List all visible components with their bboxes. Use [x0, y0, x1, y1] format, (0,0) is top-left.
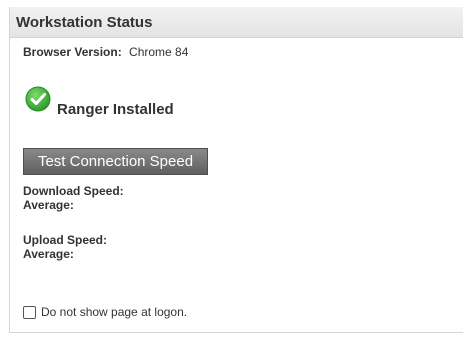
- panel-title: Workstation Status: [10, 7, 463, 38]
- do-not-show-label: Do not show page at logon.: [41, 305, 188, 319]
- browser-version-label: Browser Version:: [23, 45, 122, 59]
- do-not-show-checkbox[interactable]: [23, 305, 36, 319]
- logon-option[interactable]: Do not show page at logon.: [23, 305, 187, 319]
- ranger-status: Ranger Installed: [25, 86, 225, 126]
- upload-speed-label: Upload Speed:: [23, 233, 108, 247]
- download-speed-label: Download Speed:: [23, 184, 124, 198]
- browser-version-row: Browser Version: Chrome 84: [23, 45, 188, 59]
- download-speed-block: Download Speed: Average:: [23, 184, 124, 212]
- ranger-installed-label: Ranger Installed: [57, 101, 174, 118]
- upload-average-label: Average:: [23, 247, 74, 261]
- browser-version-value: Chrome 84: [129, 45, 189, 59]
- download-average-label: Average:: [23, 198, 74, 212]
- upload-speed-block: Upload Speed: Average:: [23, 233, 107, 261]
- check-circle-icon: [25, 86, 51, 112]
- test-connection-speed-button[interactable]: Test Connection Speed: [23, 148, 208, 175]
